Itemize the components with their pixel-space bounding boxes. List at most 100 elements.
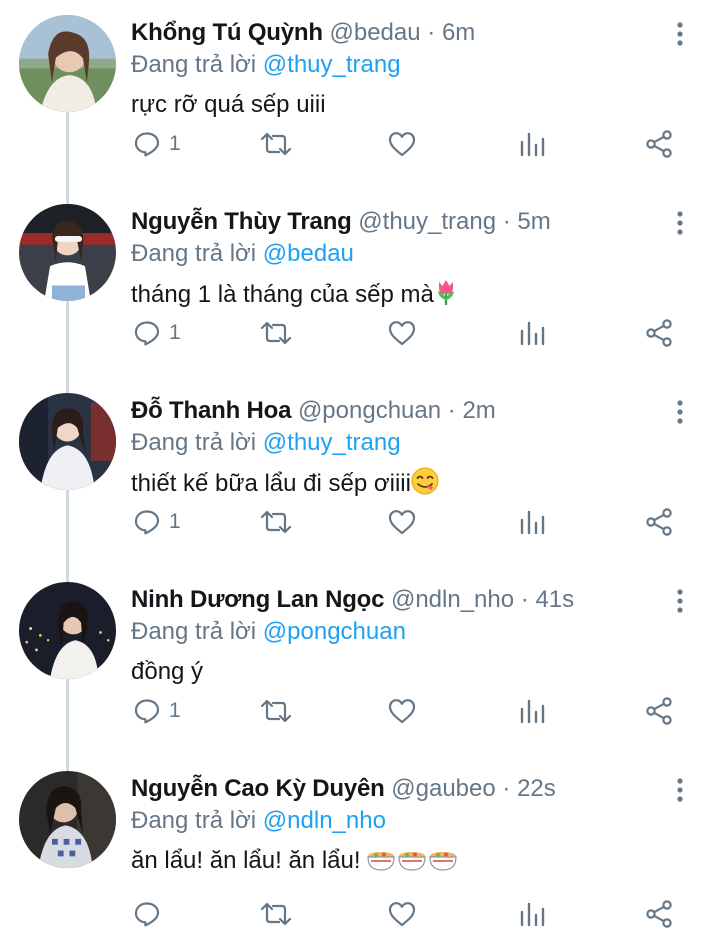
avatar[interactable] — [19, 393, 116, 490]
tweet-header: Nguyễn Thùy Trang @thuy_trang · 5m — [131, 206, 551, 238]
reply-tweet[interactable]: Nguyễn Thùy Trang @thuy_trang · 5m Đang … — [0, 189, 720, 378]
reply-button[interactable]: 1 — [133, 504, 181, 540]
separator-dot: · — [502, 208, 511, 235]
share-button[interactable] — [644, 504, 674, 540]
avatar[interactable] — [19, 15, 116, 112]
more-icon[interactable] — [668, 209, 692, 237]
share-icon — [646, 697, 672, 725]
reply-count: 1 — [169, 132, 181, 155]
timestamp[interactable]: 22s — [517, 775, 556, 802]
retweet-button[interactable] — [259, 126, 293, 162]
reply-tweet[interactable]: Đỗ Thanh Hoa @pongchuan · 2m Đang trả lờ… — [0, 378, 720, 567]
reply-tweet[interactable]: Ninh Dương Lan Ngọc @ndln_nho · 41s Đang… — [0, 567, 720, 756]
user-handle[interactable]: @ndln_nho — [391, 586, 514, 613]
tweet-actions: 1 — [0, 126, 720, 162]
tweet-text: rực rỡ quá sếp uiii — [131, 89, 326, 121]
stats-button[interactable] — [518, 315, 546, 351]
like-icon — [388, 510, 416, 535]
reply-icon — [134, 699, 160, 724]
tweet-actions: 1 — [0, 315, 720, 351]
reply-button[interactable]: 1 — [133, 693, 181, 729]
more-icon[interactable] — [668, 776, 692, 804]
stats-button[interactable] — [518, 693, 546, 729]
share-button[interactable] — [644, 693, 674, 729]
tweet-header: Đỗ Thanh Hoa @pongchuan · 2m — [131, 395, 496, 427]
more-icon[interactable] — [668, 20, 692, 48]
mention-link[interactable]: @thuy_trang — [263, 429, 401, 456]
retweet-button[interactable] — [259, 504, 293, 540]
share-icon — [646, 508, 672, 536]
timestamp[interactable]: 2m — [462, 397, 495, 424]
timestamp[interactable]: 5m — [517, 208, 550, 235]
timestamp[interactable]: 41s — [535, 586, 574, 613]
share-button[interactable] — [644, 126, 674, 162]
more-icon[interactable] — [668, 587, 692, 615]
tweet-text-content: rực rỡ quá sếp uiii — [131, 91, 326, 118]
mention-link[interactable]: @bedau — [263, 240, 354, 267]
more-icon[interactable] — [668, 398, 692, 426]
separator-dot: · — [520, 586, 529, 613]
user-handle[interactable]: @thuy_trang — [358, 208, 496, 235]
like-button[interactable] — [387, 315, 417, 351]
display-name[interactable]: Nguyễn Thùy Trang — [131, 208, 352, 235]
mention-link[interactable]: @pongchuan — [263, 618, 406, 645]
like-button[interactable] — [387, 126, 417, 162]
mention-link[interactable]: @ndln_nho — [263, 807, 386, 834]
like-button[interactable] — [387, 896, 417, 932]
replying-to: Đang trả lời @thuy_trang — [131, 49, 401, 81]
tweet-actions — [0, 896, 720, 932]
tweet-text: tháng 1 là tháng của sếp mà — [131, 278, 458, 315]
tweet-text-content: đồng ý — [131, 658, 204, 685]
tweet-text-content: ăn lẩu! ăn lẩu! ăn lẩu! — [131, 847, 361, 874]
tweet-header: Nguyễn Cao Kỳ Duyên @gaubeo · 22s — [131, 773, 556, 805]
like-button[interactable] — [387, 504, 417, 540]
like-button[interactable] — [387, 693, 417, 729]
retweet-button[interactable] — [259, 693, 293, 729]
user-handle[interactable]: @pongchuan — [298, 397, 441, 424]
replying-to-label: Đang trả lời — [131, 618, 257, 645]
avatar[interactable] — [19, 582, 116, 679]
separator-dot: · — [427, 19, 436, 46]
display-name[interactable]: Nguyễn Cao Kỳ Duyên — [131, 775, 385, 802]
display-name[interactable]: Khổng Tú Quỳnh — [131, 19, 323, 46]
retweet-button[interactable] — [259, 896, 293, 932]
stats-button[interactable] — [518, 504, 546, 540]
tweet-text-content: thiết kế bữa lẩu đi sếp ơiiii — [131, 470, 411, 497]
timestamp[interactable]: 6m — [442, 19, 475, 46]
tweet-text: ăn lẩu! ăn lẩu! ăn lẩu! — [131, 845, 457, 881]
avatar[interactable] — [19, 204, 116, 301]
user-handle[interactable]: @gaubeo — [391, 775, 495, 802]
share-icon — [646, 900, 672, 928]
reply-button[interactable]: 1 — [133, 126, 181, 162]
reply-tweet[interactable]: Nguyễn Cao Kỳ Duyên @gaubeo · 22s Đang t… — [0, 756, 720, 943]
stats-button[interactable] — [518, 896, 546, 932]
hotpot-bowls-emoji — [367, 846, 457, 881]
retweet-icon — [260, 321, 292, 345]
avatar[interactable] — [19, 771, 116, 868]
yum-face-emoji — [411, 467, 439, 504]
display-name[interactable]: Ninh Dương Lan Ngọc — [131, 586, 384, 613]
retweet-button[interactable] — [259, 315, 293, 351]
stats-button[interactable] — [518, 126, 546, 162]
replying-to-label: Đang trả lời — [131, 240, 257, 267]
reply-tweet[interactable]: Khổng Tú Quỳnh @bedau · 6m Đang trả lời … — [0, 0, 720, 189]
replying-to: Đang trả lời @thuy_trang — [131, 427, 401, 459]
tulip-emoji — [434, 278, 458, 315]
share-icon — [646, 130, 672, 158]
reply-count: 1 — [169, 510, 181, 533]
reply-button[interactable]: 1 — [133, 315, 181, 351]
replying-to: Đang trả lời @pongchuan — [131, 616, 406, 648]
share-button[interactable] — [644, 896, 674, 932]
tweet-actions: 1 — [0, 504, 720, 540]
display-name[interactable]: Đỗ Thanh Hoa — [131, 397, 291, 424]
retweet-icon — [260, 132, 292, 156]
like-icon — [388, 132, 416, 157]
share-button[interactable] — [644, 315, 674, 351]
reply-button[interactable] — [133, 896, 169, 932]
stats-icon — [520, 902, 545, 927]
retweet-icon — [260, 902, 292, 926]
mention-link[interactable]: @thuy_trang — [263, 51, 401, 78]
tweet-text: thiết kế bữa lẩu đi sếp ơiiii — [131, 467, 439, 504]
like-icon — [388, 699, 416, 724]
user-handle[interactable]: @bedau — [330, 19, 421, 46]
